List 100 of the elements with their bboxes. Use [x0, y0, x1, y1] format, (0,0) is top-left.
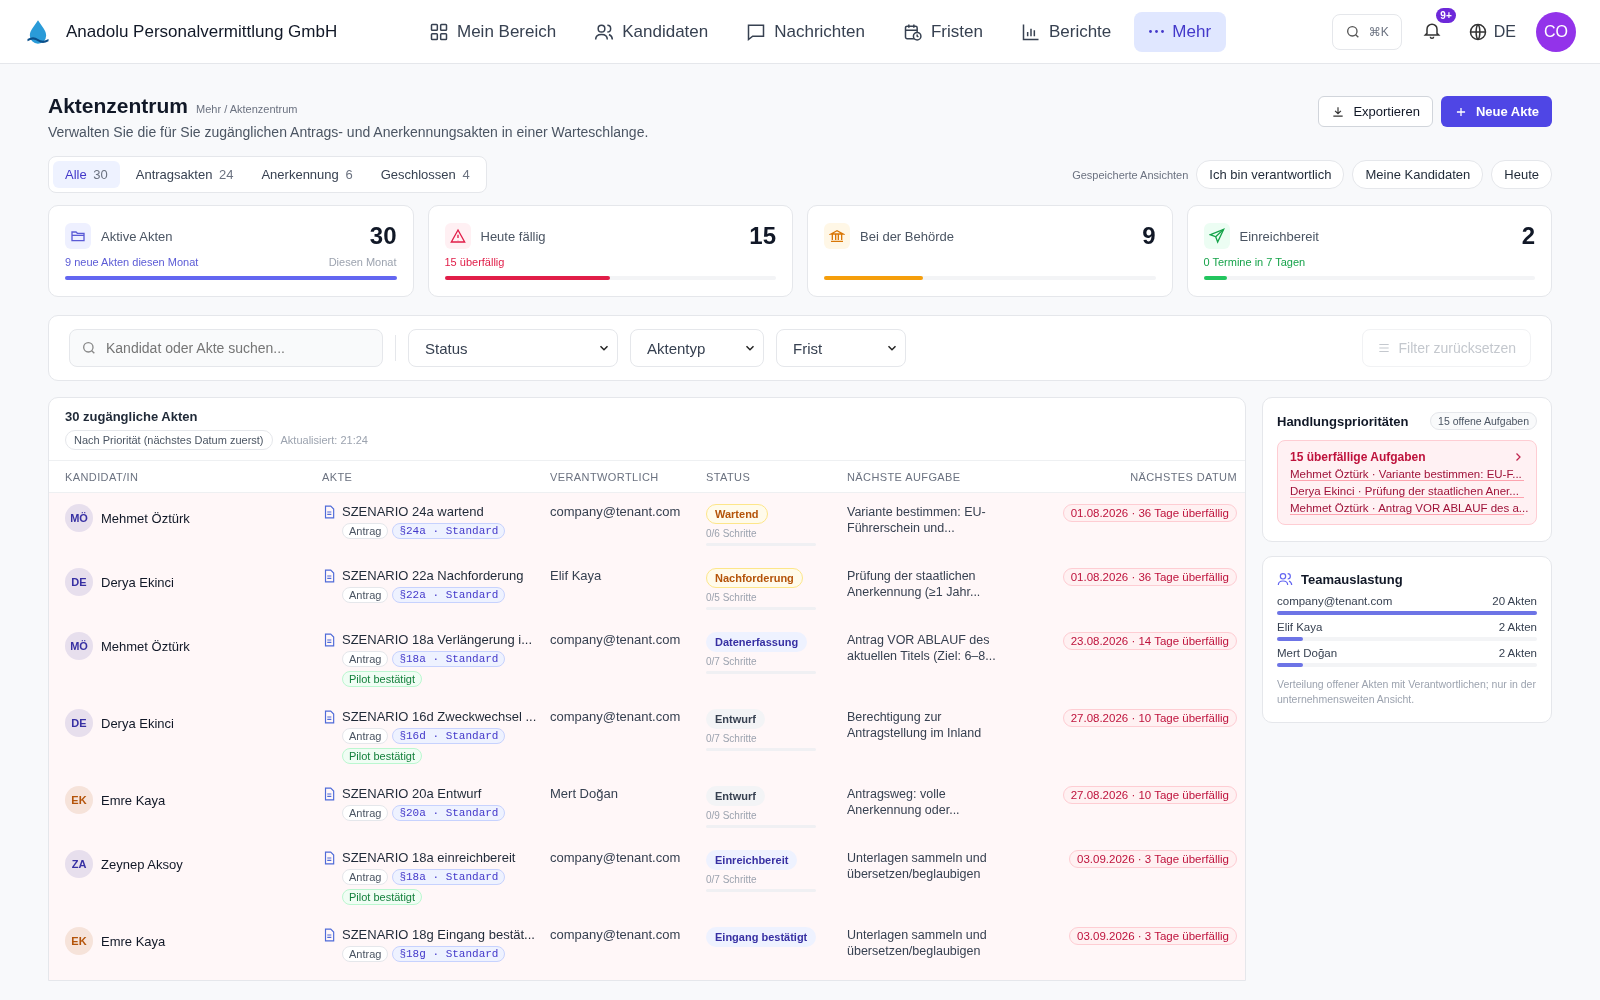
- steps-count: 0/9 Schritte: [706, 810, 757, 821]
- section-code-tag: §24a · Standard: [392, 523, 506, 539]
- table-row[interactable]: DE Derya Ekinci SZENARIO 16d Zweckwechsel ... Antrag §16d · Standard Pilot bestätigt company@tenant.com Entwurf 0/7 Schritte Berechtigung zur Antragstellung im Inland 27.08.2026 · 10 Tage überfällig: [49, 698, 1245, 775]
- kpi-value: 2: [1521, 222, 1535, 250]
- initials-avatar: EK: [65, 927, 93, 955]
- new-file-button[interactable]: Neue Akte: [1440, 96, 1552, 127]
- due-date-pill: 03.09.2026 · 3 Tage überfällig: [1069, 927, 1237, 945]
- company-name: Anadolu Personalvermittlung GmbH: [66, 21, 338, 42]
- status-pill: Datenerfassung: [706, 632, 808, 652]
- owner-cell-text: Elif Kaya: [550, 568, 603, 585]
- steps-count: 0/7 Schritte: [706, 656, 757, 667]
- candidate-name: Derya Ekinci: [101, 574, 174, 590]
- due-date-pill: 03.09.2026 · 3 Tage überfällig: [1069, 850, 1237, 868]
- kpi-value: 30: [369, 222, 397, 250]
- steps-count: 0/5 Schritte: [706, 592, 757, 603]
- warning-icon: [444, 223, 471, 249]
- member-name: company@tenant.com: [1277, 595, 1393, 607]
- section-code-tag: §22a · Standard: [392, 587, 506, 603]
- nav-tab[interactable]: Kandidaten: [579, 11, 724, 52]
- table-row[interactable]: DE Derya Ekinci SZENARIO 22a Nachforderung Antrag §22a · Standard Elif Kaya Nachforderung 0/5 Schritte Prüfung der staatlichen Anerkennung (≥1 Jahr... 01.08.2026 · 36 Tage überfällig: [49, 557, 1245, 621]
- next-task: Unterlagen sammeln und übersetzen/beglaubigen: [847, 927, 988, 961]
- document-icon: [322, 504, 336, 519]
- file-type-tag: Antrag: [342, 946, 389, 962]
- steps-count: 0/7 Schritte: [706, 874, 757, 885]
- status-pill: Nachforderung: [706, 568, 803, 588]
- file-name: SZENARIO 18a einreichbereit: [342, 850, 516, 865]
- status-pill: Entwurf: [706, 786, 765, 806]
- search-icon: [81, 340, 97, 356]
- document-icon: [322, 632, 336, 647]
- kpi-period: Diesen Monat: [328, 256, 397, 270]
- table-row[interactable]: MÖ Mehmet Öztürk SZENARIO 24a wartend Antrag §24a · Standard company@tenant.com Wartend 0/6 Schritte Variante bestimmen: EU-Führerschein und... 01.08.2026 · 36 Tage überfällig: [49, 493, 1245, 557]
- steps-count: 0/6 Schritte: [706, 528, 757, 539]
- folder-icon: [65, 223, 91, 249]
- table-row[interactable]: EK Emre Kaya SZENARIO 18g Eingang bestät... Antrag §18g · Standard company@tenant.com Eingang bestätigt Unterlagen sammeln und übersetzen/beglaubigen 03.09.2026 · 3 Tage überfällig: [49, 916, 1245, 980]
- owner-cell-text: company@tenant.com: [550, 632, 682, 649]
- kpi-label: Einreichbereit: [1239, 228, 1320, 244]
- filter-dropdown[interactable]: Aktentyp: [630, 329, 764, 367]
- overdue-alert[interactable]: 15 überfällige Aufgaben Mehmet Öztürk · Variante bestimmen: EU-F... Derya Ekinci · Prüfung der staatlichen Aner... Mehmet Öztürk · Antrag VOR ABLAUF des a...: [1277, 440, 1537, 525]
- breadcrumb: Mehr / Aktenzentrum: [196, 103, 298, 115]
- next-task: Unterlagen sammeln und übersetzen/beglaubigen: [847, 850, 988, 884]
- nav-tab[interactable]: Mein Bereich: [414, 11, 572, 52]
- file-name: SZENARIO 18g Eingang bestät...: [342, 927, 535, 942]
- section-code-tag: §16d · Standard: [392, 728, 506, 744]
- next-task: Antragsweg: volle Anerkennung oder...: [847, 786, 961, 820]
- column-header: AKTE: [322, 471, 354, 483]
- due-date-pill: 01.08.2026 · 36 Tage überfällig: [1062, 568, 1237, 586]
- status-pill: Entwurf: [706, 709, 765, 729]
- file-type-tag: Antrag: [342, 587, 389, 603]
- initials-avatar: MÖ: [65, 632, 93, 660]
- search-button[interactable]: ⌘K: [1331, 13, 1402, 50]
- file-name: SZENARIO 22a Nachforderung: [342, 568, 524, 583]
- candidate-name: Emre Kaya: [101, 792, 166, 808]
- users-icon: [1277, 571, 1293, 587]
- column-header: NÄCHSTE AUFGABE: [847, 471, 962, 483]
- export-button[interactable]: Exportieren: [1318, 96, 1433, 127]
- more-icon: [1149, 30, 1165, 33]
- kpi-note: 9 neue Akten diesen Monat: [65, 256, 199, 270]
- saved-view-chip[interactable]: Heute: [1491, 160, 1552, 189]
- filter-tab[interactable]: Geschlossen 4: [368, 161, 482, 188]
- saved-view-chip[interactable]: Meine Kandidaten: [1352, 160, 1484, 189]
- section-code-tag: §18a · Standard: [392, 869, 506, 885]
- nav-tab[interactable]: Berichte: [1005, 11, 1127, 52]
- filter-tab[interactable]: Anerkennung 6: [249, 161, 365, 188]
- filter-tab[interactable]: Alle 30: [53, 161, 120, 188]
- updated-time: Aktualisiert: 21:24: [280, 434, 368, 446]
- due-date-pill: 27.08.2026 · 10 Tage überfällig: [1062, 786, 1237, 804]
- file-type-tag: Antrag: [342, 869, 389, 885]
- member-file-count: 20 Akten: [1492, 595, 1537, 607]
- next-task: Berechtigung zur Antragstellung im Inland: [847, 709, 983, 743]
- language-button[interactable]: DE: [1461, 20, 1522, 43]
- user-avatar[interactable]: CO: [1536, 11, 1576, 52]
- saved-view-chip[interactable]: Ich bin verantwortlich: [1196, 160, 1345, 189]
- member-name: Elif Kaya: [1277, 621, 1323, 633]
- overdue-task-link[interactable]: Derya Ekinci · Prüfung der staatlichen Aner...: [1290, 485, 1524, 498]
- nav-tab[interactable]: Fristen: [887, 11, 998, 52]
- table-row[interactable]: EK Emre Kaya SZENARIO 20a Entwurf Antrag §20a · Standard Mert Doğan Entwurf 0/9 Schritte Antragsweg: volle Anerkennung oder... 27.08.2026 · 10 Tage überfällig: [49, 775, 1245, 839]
- column-header: KANDIDAT/IN: [65, 471, 140, 483]
- initials-avatar: DE: [65, 709, 93, 737]
- document-icon: [322, 850, 336, 865]
- candidate-name: Emre Kaya: [101, 933, 166, 949]
- file-type-tag: Antrag: [342, 728, 389, 744]
- nav-tab[interactable]: Mehr: [1134, 11, 1227, 52]
- kpi-value: 9: [1142, 222, 1156, 250]
- pilot-tag: Pilot bestätigt: [342, 889, 423, 905]
- section-code-tag: §18g · Standard: [392, 946, 506, 962]
- filter-dropdown[interactable]: Status: [408, 329, 618, 367]
- filter-tab[interactable]: Antragsakten 24: [123, 161, 246, 188]
- file-type-tag: Antrag: [342, 805, 389, 821]
- nav-tab[interactable]: Nachrichten: [731, 11, 880, 52]
- filter-dropdown[interactable]: Frist: [776, 329, 906, 367]
- alert-title: 15 überfällige Aufgaben: [1290, 450, 1426, 464]
- overdue-task-link[interactable]: Mehmet Öztürk · Variante bestimmen: EU-F...: [1290, 468, 1524, 481]
- owner-cell-text: Mert Doğan: [550, 786, 619, 803]
- search-field[interactable]: Kandidat oder Akte suchen...: [69, 329, 383, 367]
- open-tasks-badge: 15 offene Aufgaben: [1430, 412, 1537, 430]
- due-date-pill: 23.08.2026 · 14 Tage überfällig: [1062, 632, 1237, 650]
- file-type-tag: Antrag: [342, 523, 389, 539]
- column-header: VERANTWORTLICH: [550, 471, 660, 483]
- candidate-name: Derya Ekinci: [101, 715, 174, 731]
- candidate-name: Zeynep Aksoy: [101, 856, 183, 872]
